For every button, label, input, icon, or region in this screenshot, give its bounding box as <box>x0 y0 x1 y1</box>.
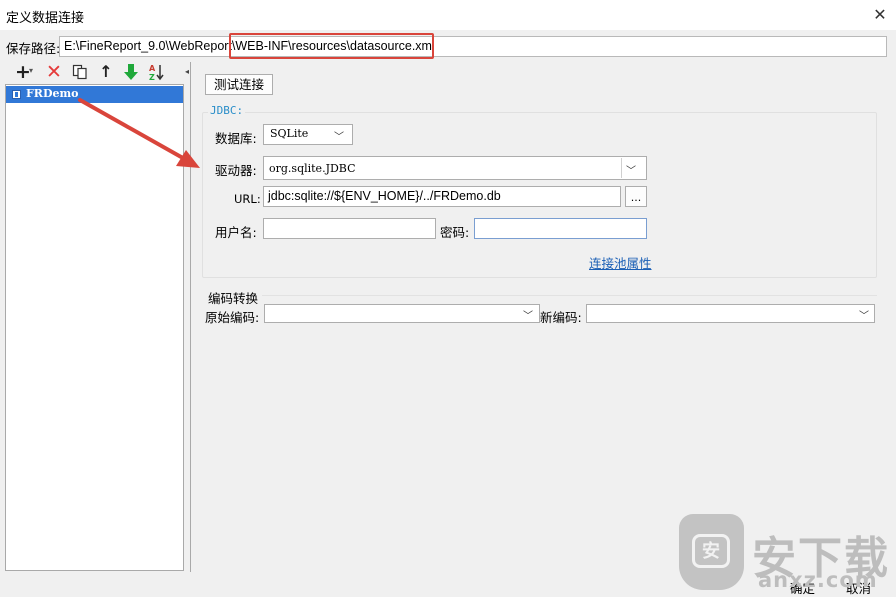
username-label: 用户名: <box>215 225 257 240</box>
move-down-button[interactable] <box>121 61 141 83</box>
select-separator <box>621 158 622 178</box>
delete-connection-button[interactable]: ✕ <box>44 61 64 83</box>
test-connection-button[interactable]: 测试连接 <box>205 74 273 95</box>
save-path-field[interactable]: E:\FineReport_9.0\WebReport\WEB-INF\reso… <box>59 36 887 57</box>
driver-label: 驱动器: <box>215 163 257 178</box>
url-label: URL: <box>234 192 261 206</box>
copy-connection-button[interactable] <box>70 61 90 83</box>
title-bar <box>0 0 896 30</box>
new-encoding-select[interactable]: ﹀ <box>586 304 875 323</box>
annotation-highlight-box <box>229 33 434 59</box>
svg-text:A: A <box>149 64 156 73</box>
arrow-down-icon <box>124 64 138 80</box>
copy-icon <box>72 64 87 80</box>
connection-pool-link[interactable]: 连接池属性 <box>589 253 652 272</box>
list-item[interactable]: FRDemo <box>6 86 183 103</box>
svg-text:Z: Z <box>149 73 155 81</box>
sort-button[interactable]: A Z <box>147 61 167 83</box>
database-select[interactable]: SQLite ﹀ <box>263 124 353 145</box>
add-dropdown-caret-icon[interactable]: ▾ <box>29 66 37 75</box>
chevron-down-icon: ﹀ <box>626 166 636 177</box>
watermark-domain: anxz.com <box>758 568 878 592</box>
watermark-shield-icon: 安 <box>679 514 744 590</box>
close-button[interactable]: ✕ <box>866 2 894 28</box>
panel-divider[interactable] <box>190 62 191 572</box>
chevron-down-icon: ﹀ <box>334 132 344 143</box>
chevron-down-icon: ﹀ <box>523 311 533 322</box>
password-input[interactable] <box>474 218 647 239</box>
new-encoding-label: 新编码: <box>540 310 582 325</box>
list-item-label: FRDemo <box>26 87 79 100</box>
password-label: 密码: <box>440 225 470 240</box>
original-encoding-select[interactable]: ﹀ <box>264 304 540 323</box>
database-label: 数据库: <box>215 131 257 146</box>
database-icon <box>12 90 21 99</box>
sort-az-icon: A Z <box>149 64 164 82</box>
window-title: 定义数据连接 <box>6 11 85 26</box>
chevron-down-icon: ﹀ <box>859 311 869 322</box>
url-browse-button[interactable]: ... <box>625 186 647 207</box>
connection-list[interactable] <box>5 84 184 571</box>
username-input[interactable] <box>263 218 436 239</box>
driver-select[interactable]: org.sqlite.JDBC ﹀ <box>263 156 647 180</box>
driver-select-value: org.sqlite.JDBC <box>269 162 356 175</box>
original-encoding-label: 原始编码: <box>205 310 260 325</box>
jdbc-group-title: JDBC: <box>208 104 246 117</box>
url-input[interactable]: jdbc:sqlite://${ENV_HOME}/../FRDemo.db <box>263 186 621 207</box>
watermark-shield-char: 安 <box>692 534 730 568</box>
section-divider <box>262 295 877 296</box>
move-up-button[interactable]: ↑ <box>96 61 116 83</box>
encoding-section-title: 编码转换 <box>208 291 259 306</box>
save-path-label: 保存路径: <box>6 41 61 56</box>
database-select-value: SQLite <box>270 127 309 140</box>
